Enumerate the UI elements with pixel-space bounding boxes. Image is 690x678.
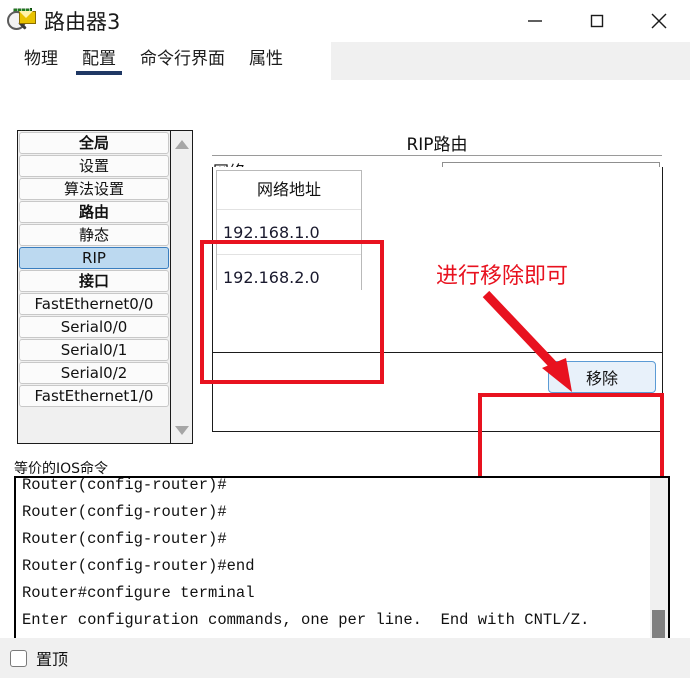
tab-config[interactable]: 配置 bbox=[70, 42, 128, 80]
sidebar-list: 全局 设置 算法设置 路由 静态 RIP 接口 FastEthernet0/0 … bbox=[18, 131, 171, 443]
pin-on-top-label: 置顶 bbox=[36, 650, 69, 669]
remove-button[interactable]: 移除 bbox=[548, 361, 656, 393]
window-title: 路由器3 bbox=[44, 10, 121, 34]
sidebar-item-global[interactable]: 全局 bbox=[19, 132, 169, 154]
annotation-text: 进行移除即可 bbox=[436, 264, 569, 289]
ios-command-console[interactable]: Router(config-router)# Router(config-rou… bbox=[14, 476, 670, 658]
minimize-icon[interactable] bbox=[504, 0, 566, 42]
pin-on-top-checkbox[interactable] bbox=[10, 649, 27, 667]
window-footer: 置顶 bbox=[0, 638, 690, 678]
panel-divider-bottom bbox=[213, 352, 662, 353]
ios-console-text: Router(config-router)# Router(config-rou… bbox=[22, 476, 590, 656]
sidebar-item-serial0-0[interactable]: Serial0/0 bbox=[19, 316, 169, 338]
tab-bar: 物理 配置 命令行界面 属性 bbox=[0, 42, 690, 80]
sidebar-item-routing[interactable]: 路由 bbox=[19, 201, 169, 223]
sidebar-item-serial0-2[interactable]: Serial0/2 bbox=[19, 362, 169, 384]
tab-attributes[interactable]: 属性 bbox=[237, 42, 295, 80]
maximize-icon[interactable] bbox=[566, 0, 628, 42]
sidebar-item-settings[interactable]: 设置 bbox=[19, 155, 169, 177]
ios-command-label: 等价的IOS命令 bbox=[14, 461, 109, 477]
packet-tracer-device-icon bbox=[6, 6, 38, 36]
tab-physical[interactable]: 物理 bbox=[12, 42, 70, 80]
rip-panel-title: RIP路由 bbox=[406, 135, 468, 155]
sidebar-item-fastethernet0-0[interactable]: FastEthernet0/0 bbox=[19, 293, 169, 315]
sidebar-scrollbar[interactable] bbox=[171, 131, 192, 443]
network-address-table[interactable]: 网络地址 192.168.1.0 192.168.2.0 bbox=[216, 170, 362, 299]
table-header-network-address: 网络地址 bbox=[217, 171, 361, 209]
sidebar-item-static[interactable]: 静态 bbox=[19, 224, 169, 246]
panel-divider-top bbox=[212, 155, 662, 156]
console-scrollbar[interactable] bbox=[650, 478, 668, 656]
sidebar-item-serial0-1[interactable]: Serial0/1 bbox=[19, 339, 169, 361]
sidebar-item-interface[interactable]: 接口 bbox=[19, 270, 169, 292]
sidebar-item-algorithm-settings[interactable]: 算法设置 bbox=[19, 178, 169, 200]
sidebar-item-fastethernet1-0[interactable]: FastEthernet1/0 bbox=[19, 385, 169, 407]
tab-cli[interactable]: 命令行界面 bbox=[128, 42, 237, 80]
scroll-down-arrow-icon[interactable] bbox=[174, 423, 189, 437]
table-row[interactable]: 192.168.2.0 bbox=[217, 254, 361, 299]
config-sidebar: 全局 设置 算法设置 路由 静态 RIP 接口 FastEthernet0/0 … bbox=[17, 130, 193, 444]
window-controls bbox=[504, 0, 690, 42]
close-icon[interactable] bbox=[628, 0, 690, 42]
scroll-up-arrow-icon[interactable] bbox=[174, 137, 189, 151]
window-titlebar: 路由器3 bbox=[0, 0, 690, 42]
sidebar-item-rip[interactable]: RIP bbox=[19, 247, 169, 269]
table-row[interactable]: 192.168.1.0 bbox=[217, 209, 361, 254]
config-content: 全局 设置 算法设置 路由 静态 RIP 接口 FastEthernet0/0 … bbox=[0, 80, 690, 678]
